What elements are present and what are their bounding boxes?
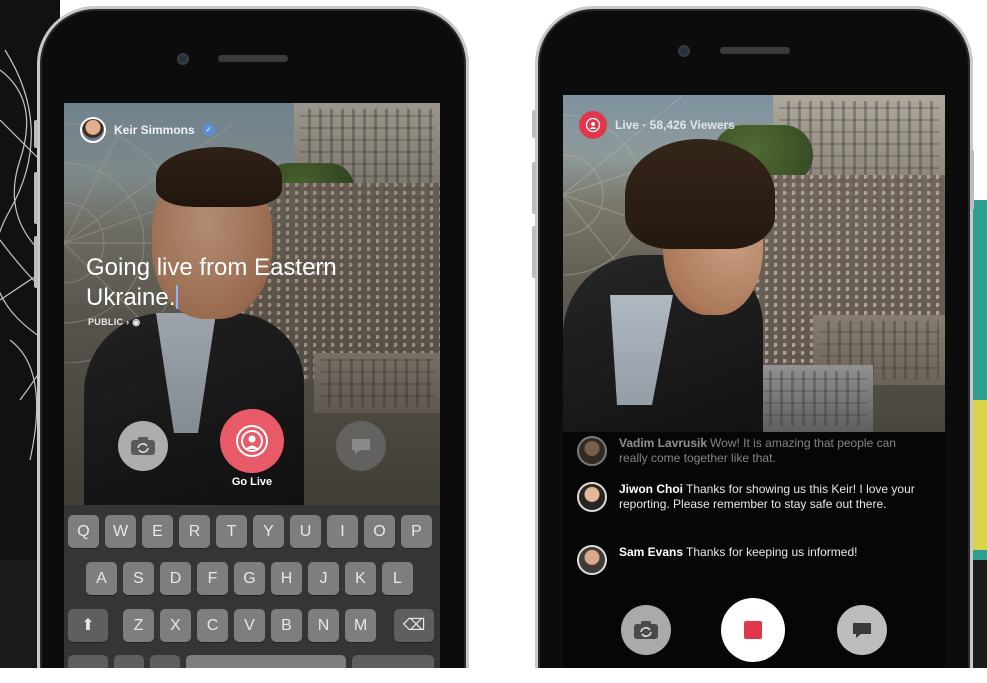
power-button [970, 150, 974, 210]
verified-badge-icon: ✓ [202, 124, 215, 136]
backspace-key[interactable]: ⌫ [394, 609, 434, 642]
emoji-key[interactable] [114, 655, 144, 668]
key-l[interactable]: L [382, 562, 413, 595]
author-avatar [80, 117, 106, 143]
key-w[interactable]: W [105, 515, 136, 548]
comment-icon [853, 623, 871, 638]
commenter-avatar [577, 436, 607, 466]
commenter-avatar [577, 545, 607, 575]
privacy-label: PUBLIC [88, 317, 124, 327]
camera-flip-icon [131, 437, 155, 455]
live-video-feed [563, 95, 945, 432]
key-a[interactable]: A [86, 562, 117, 595]
key-d[interactable]: D [160, 562, 191, 595]
key-h[interactable]: H [271, 562, 302, 595]
key-y[interactable]: Y [253, 515, 284, 548]
author-name: Keir Simmons [114, 123, 195, 137]
volume-up-button [532, 162, 536, 214]
left-phone-screen: Keir Simmons ✓ Going live from Eastern U… [64, 103, 440, 668]
key-j[interactable]: J [308, 562, 339, 595]
globe-icon: ◉ [132, 317, 141, 327]
comments-toggle-button[interactable] [837, 605, 887, 655]
comment-item: Jiwon Choi Thanks for showing us this Kei… [577, 482, 919, 512]
stop-broadcast-button[interactable] [721, 598, 785, 662]
key-i[interactable]: I [327, 515, 358, 548]
comment-body: Vadim Lavrusik Wow! It is amazing that pe… [619, 436, 919, 466]
flip-camera-button[interactable] [118, 421, 168, 471]
volume-down-button [532, 226, 536, 278]
bottom-edge [0, 668, 987, 683]
dictation-key[interactable] [150, 655, 180, 668]
live-indicator-icon [579, 111, 607, 139]
live-viewer-count: Live · 58,426 Viewers [615, 118, 735, 132]
comment-body: Sam Evans Thanks for keeping us informed! [619, 545, 919, 575]
stage: Keir Simmons ✓ Going live from Eastern U… [0, 0, 987, 683]
commenter-name: Vadim Lavrusik [619, 436, 708, 450]
comment-body: Jiwon Choi Thanks for showing us this Kei… [619, 482, 919, 512]
commenter-name: Sam Evans [619, 545, 684, 559]
comment-text: Thanks for keeping us informed! [686, 545, 858, 559]
key-g[interactable]: G [234, 562, 265, 595]
key-p[interactable]: P [401, 515, 432, 548]
key-f[interactable]: F [197, 562, 228, 595]
numbers-key[interactable] [68, 655, 108, 668]
mute-switch [34, 120, 38, 148]
volume-down-button [34, 236, 38, 288]
key-t[interactable]: T [216, 515, 247, 548]
live-status-bar: Live · 58,426 Viewers [579, 111, 735, 139]
key-s[interactable]: S [123, 562, 154, 595]
key-m[interactable]: M [345, 609, 376, 642]
feed-dim-overlay [563, 95, 945, 432]
text-cursor [176, 285, 179, 309]
comment-item: Vadim Lavrusik Wow! It is amazing that pe… [577, 436, 919, 466]
privacy-selector[interactable]: PUBLIC › ◉ [88, 317, 140, 328]
key-x[interactable]: X [160, 609, 191, 642]
stop-icon [744, 621, 762, 639]
comments-toggle-button[interactable] [336, 421, 386, 471]
space-key[interactable] [186, 655, 346, 668]
right-phone-screen: Live · 58,426 Viewers Vadim Lavrusik Wow!… [563, 95, 945, 668]
chevron-right-icon: › [126, 317, 130, 327]
key-r[interactable]: R [179, 515, 210, 548]
live-broadcast-icon [236, 425, 268, 457]
author-row: Keir Simmons ✓ [80, 117, 215, 143]
camera-flip-icon [634, 621, 658, 639]
return-key[interactable] [352, 655, 434, 668]
commenter-avatar [577, 482, 607, 512]
key-q[interactable]: Q [68, 515, 99, 548]
flip-camera-button[interactable] [621, 605, 671, 655]
front-camera [177, 53, 189, 65]
go-live-label: Go Live [231, 476, 273, 488]
commenter-name: Jiwon Choi [619, 482, 683, 496]
key-o[interactable]: O [364, 515, 395, 548]
shift-icon: ⬆ [81, 617, 95, 634]
comment-item: Sam Evans Thanks for keeping us informed! [577, 545, 919, 575]
broadcast-controls [563, 598, 945, 668]
status-text: Going live from Eastern Ukraine. [86, 254, 337, 311]
mute-switch [532, 110, 536, 138]
key-u[interactable]: U [290, 515, 321, 548]
earpiece-speaker [720, 47, 790, 54]
key-e[interactable]: E [142, 515, 173, 548]
key-n[interactable]: N [308, 609, 339, 642]
shift-key[interactable]: ⬆ [68, 609, 108, 642]
comment-icon [352, 439, 370, 454]
earpiece-speaker [218, 55, 288, 62]
key-v[interactable]: V [234, 609, 265, 642]
key-z[interactable]: Z [123, 609, 154, 642]
key-b[interactable]: B [271, 609, 302, 642]
onscreen-keyboard: Q W E R T Y U I O P A S D F G H J K L ⬆ … [64, 505, 440, 668]
front-camera [678, 45, 690, 57]
key-k[interactable]: K [345, 562, 376, 595]
volume-up-button [34, 172, 38, 224]
go-live-button[interactable] [220, 409, 284, 473]
backspace-icon: ⌫ [402, 617, 426, 634]
status-input[interactable]: Going live from Eastern Ukraine. [86, 253, 386, 313]
key-c[interactable]: C [197, 609, 228, 642]
